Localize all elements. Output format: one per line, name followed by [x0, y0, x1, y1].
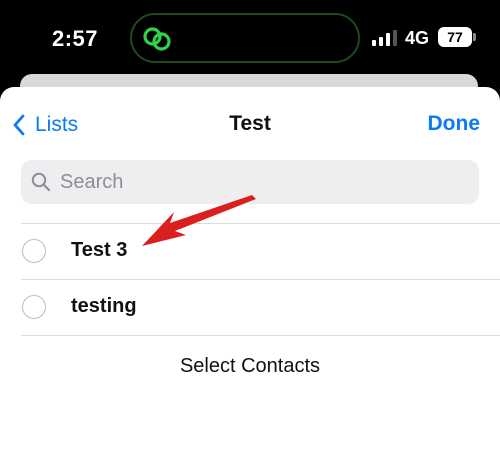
- contact-list-sheet: Lists Test Done Test 3 testing Select Co…: [0, 87, 500, 467]
- dynamic-island[interactable]: [130, 13, 360, 63]
- contact-label: testing: [71, 295, 137, 317]
- status-time: 2:57: [52, 26, 99, 51]
- back-button-label: Lists: [35, 113, 79, 136]
- status-bar: 2:57 4G 77: [0, 0, 500, 82]
- search-bar[interactable]: [21, 160, 479, 204]
- list-item[interactable]: testing: [0, 279, 500, 335]
- network-type: 4G: [405, 28, 430, 48]
- chevron-left-icon: [13, 114, 25, 136]
- link-icon: [143, 27, 171, 51]
- list-item[interactable]: Test 3: [0, 223, 500, 279]
- search-input[interactable]: [58, 169, 462, 195]
- radio-button[interactable]: [22, 239, 46, 263]
- search-icon: [31, 172, 51, 192]
- select-contacts-button[interactable]: Select Contacts: [0, 355, 500, 378]
- lists-back-button[interactable]: Lists: [12, 112, 78, 138]
- done-button[interactable]: Done: [428, 112, 481, 136]
- battery-indicator: 77: [438, 27, 476, 47]
- radio-button[interactable]: [22, 295, 46, 319]
- divider: [21, 335, 500, 336]
- signal-icon: [372, 30, 397, 46]
- contact-label: Test 3: [71, 239, 128, 261]
